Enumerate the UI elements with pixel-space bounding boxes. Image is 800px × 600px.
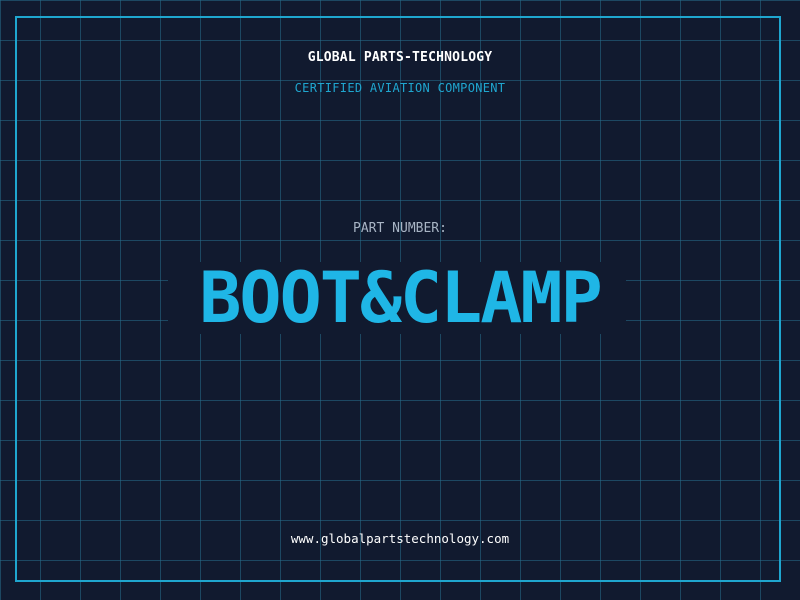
- certificate-page: GLOBAL PARTS-TECHNOLOGY CERTIFIED AVIATI…: [0, 0, 800, 600]
- part-number-value: BOOT&CLAMP: [199, 257, 602, 339]
- company-name: GLOBAL PARTS-TECHNOLOGY: [307, 50, 493, 65]
- certification-subtitle: CERTIFIED AVIATION COMPONENT: [294, 81, 506, 95]
- part-number-label: PART NUMBER:: [353, 221, 447, 236]
- website-url: www.globalpartstechnology.com: [290, 531, 510, 546]
